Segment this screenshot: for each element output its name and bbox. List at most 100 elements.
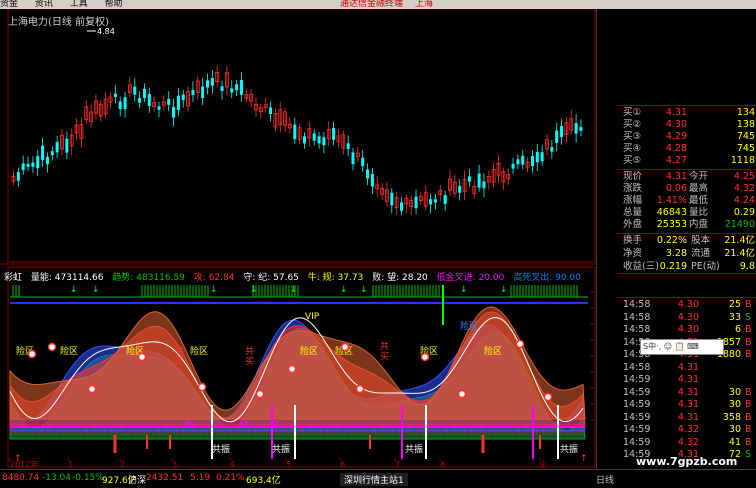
watermark: www.7gpzb.com	[636, 455, 738, 468]
candle-body	[206, 80, 209, 88]
signal-circle-icon	[457, 389, 467, 399]
wealth-label: 财	[270, 418, 279, 430]
menu-item-news[interactable]: 资讯	[35, 0, 53, 9]
candle-body	[579, 127, 583, 131]
candle-body	[370, 174, 374, 187]
order-book-row: 买④ 4.28 745	[597, 143, 756, 155]
server-status[interactable]: 深圳行情主站1	[340, 473, 408, 486]
quote-value: 0.29	[733, 207, 755, 218]
candle-body	[230, 88, 234, 93]
candle-body	[361, 157, 365, 167]
stat-value: 0.22%	[656, 235, 687, 246]
panel-divider	[617, 233, 756, 234]
quote-label: 最低	[689, 195, 709, 206]
stat-label: 流通	[691, 248, 711, 259]
quote-row: 总量 46843 量比 0.29	[597, 207, 756, 219]
tick-time: 14:58	[623, 324, 651, 335]
quote-row: 涨跌 0.06 最高 4.32	[597, 183, 756, 195]
zone-label: 险区	[190, 345, 208, 357]
tick-row: 14:59 4.31 30 B	[597, 399, 756, 411]
menu-item-funds[interactable]: 资金	[0, 0, 18, 9]
candle-body	[55, 142, 59, 153]
menu-bar: 资金 资讯 工具 帮助 通达信金融终端 上海	[0, 0, 756, 9]
chart-area[interactable]: 4.404.304.204.104.003.903.82100.0090.008…	[0, 9, 620, 469]
signal-circle-icon	[137, 352, 147, 362]
quote-label: 外盘	[623, 219, 643, 230]
tick-price: 4.32	[677, 436, 699, 448]
tick-time: 14:59	[623, 436, 651, 448]
tick-price: 4.31	[677, 411, 699, 423]
quote-label: 总量	[623, 207, 643, 218]
candle-body	[574, 122, 578, 134]
tick-volume: 33	[728, 311, 741, 323]
buy-label: 买③	[623, 131, 642, 142]
quote-label: 涨跌	[623, 183, 643, 194]
candle-body	[535, 152, 539, 163]
day-label[interactable]: 日线	[596, 473, 614, 486]
buy-price: 4.27	[665, 155, 687, 166]
sh-index-pct: -0.15%	[72, 473, 104, 483]
stat-label: 净资	[623, 248, 643, 259]
candle-body	[312, 133, 316, 141]
panel-divider	[617, 105, 756, 106]
signal-circle-icon	[87, 384, 97, 394]
candle-body	[322, 137, 326, 146]
time-axis-label: 6	[340, 460, 345, 469]
candle-body	[433, 199, 437, 203]
vip-label: VIP	[305, 312, 320, 322]
candle-body	[113, 93, 117, 97]
quote-row: 涨幅 1.41% 最低 4.24	[597, 195, 756, 207]
resonance-label: 共振	[560, 443, 578, 455]
hs-label[interactable]: 沪深	[128, 473, 146, 486]
buy-signal-label: 共	[380, 341, 389, 352]
quote-value: 1.41%	[656, 195, 687, 206]
candle-body	[477, 173, 481, 188]
menu-item-help[interactable]: 帮助	[105, 0, 123, 9]
order-book-row: 买① 4.31 134	[597, 107, 756, 119]
hs-index-pct: 0.21%	[216, 473, 245, 483]
kline-indicator-chart[interactable]: 4.404.304.204.104.003.903.82100.0090.008…	[0, 9, 620, 469]
tick-row: 14:59 4.31 30 B	[597, 387, 756, 399]
stat-row: 换手 0.22% 股本 21.4亿	[597, 235, 756, 247]
tick-price: 4.31	[677, 399, 699, 410]
tick-time: 14:58	[623, 299, 651, 310]
indicator-trend: 趋势: 483116.59	[112, 273, 185, 283]
candle-body	[191, 90, 195, 95]
indicator-name[interactable]: 彩虹	[4, 273, 22, 283]
tick-time: 14:59	[623, 399, 651, 410]
down-arrow-icon: ↓	[92, 285, 100, 295]
candle-body	[293, 124, 297, 140]
menu-ad-text-2: 上海	[415, 0, 434, 9]
panel-divider	[617, 273, 756, 274]
candle-body	[317, 136, 321, 144]
stat-value: 21.4亿	[724, 235, 755, 246]
candle-body	[560, 126, 564, 137]
signal-circle-icon	[355, 384, 365, 394]
signal-circle-icon	[197, 382, 207, 392]
candle-body	[36, 156, 40, 169]
candle-body	[16, 172, 20, 181]
ime-toolbar[interactable]: S中·, ☺ 📋 ⌨	[640, 339, 724, 355]
menu-ad-text[interactable]: 通达信金融终端	[340, 0, 403, 9]
tick-side: B	[745, 424, 752, 435]
signal-circle-icon	[515, 339, 525, 349]
tick-row: 14:58 4.30 33 S	[597, 312, 756, 324]
candle-body	[530, 156, 534, 167]
candle-body	[41, 145, 45, 160]
candle-body	[540, 152, 544, 162]
menu-item-tools[interactable]: 工具	[70, 0, 88, 9]
tick-price: 4.30	[677, 311, 699, 323]
candle-body	[157, 106, 161, 110]
order-book-row: 买⑤ 4.27 1118	[597, 155, 756, 167]
tick-side: B	[745, 411, 752, 423]
indicator-bull: 牛: 规: 37.73	[307, 273, 364, 283]
candle-body	[346, 143, 350, 150]
up-arrow-icon: ↑	[580, 454, 588, 464]
down-arrow-icon: ↓	[340, 285, 348, 295]
quote-label: 量比	[689, 207, 709, 218]
sh-index-value[interactable]: 8480.74	[2, 473, 39, 483]
candle-body	[303, 136, 306, 144]
stat-value: 3.28	[665, 248, 687, 259]
time-axis-label: 8	[440, 460, 445, 469]
order-book-row: 买② 4.30 138	[597, 119, 756, 131]
